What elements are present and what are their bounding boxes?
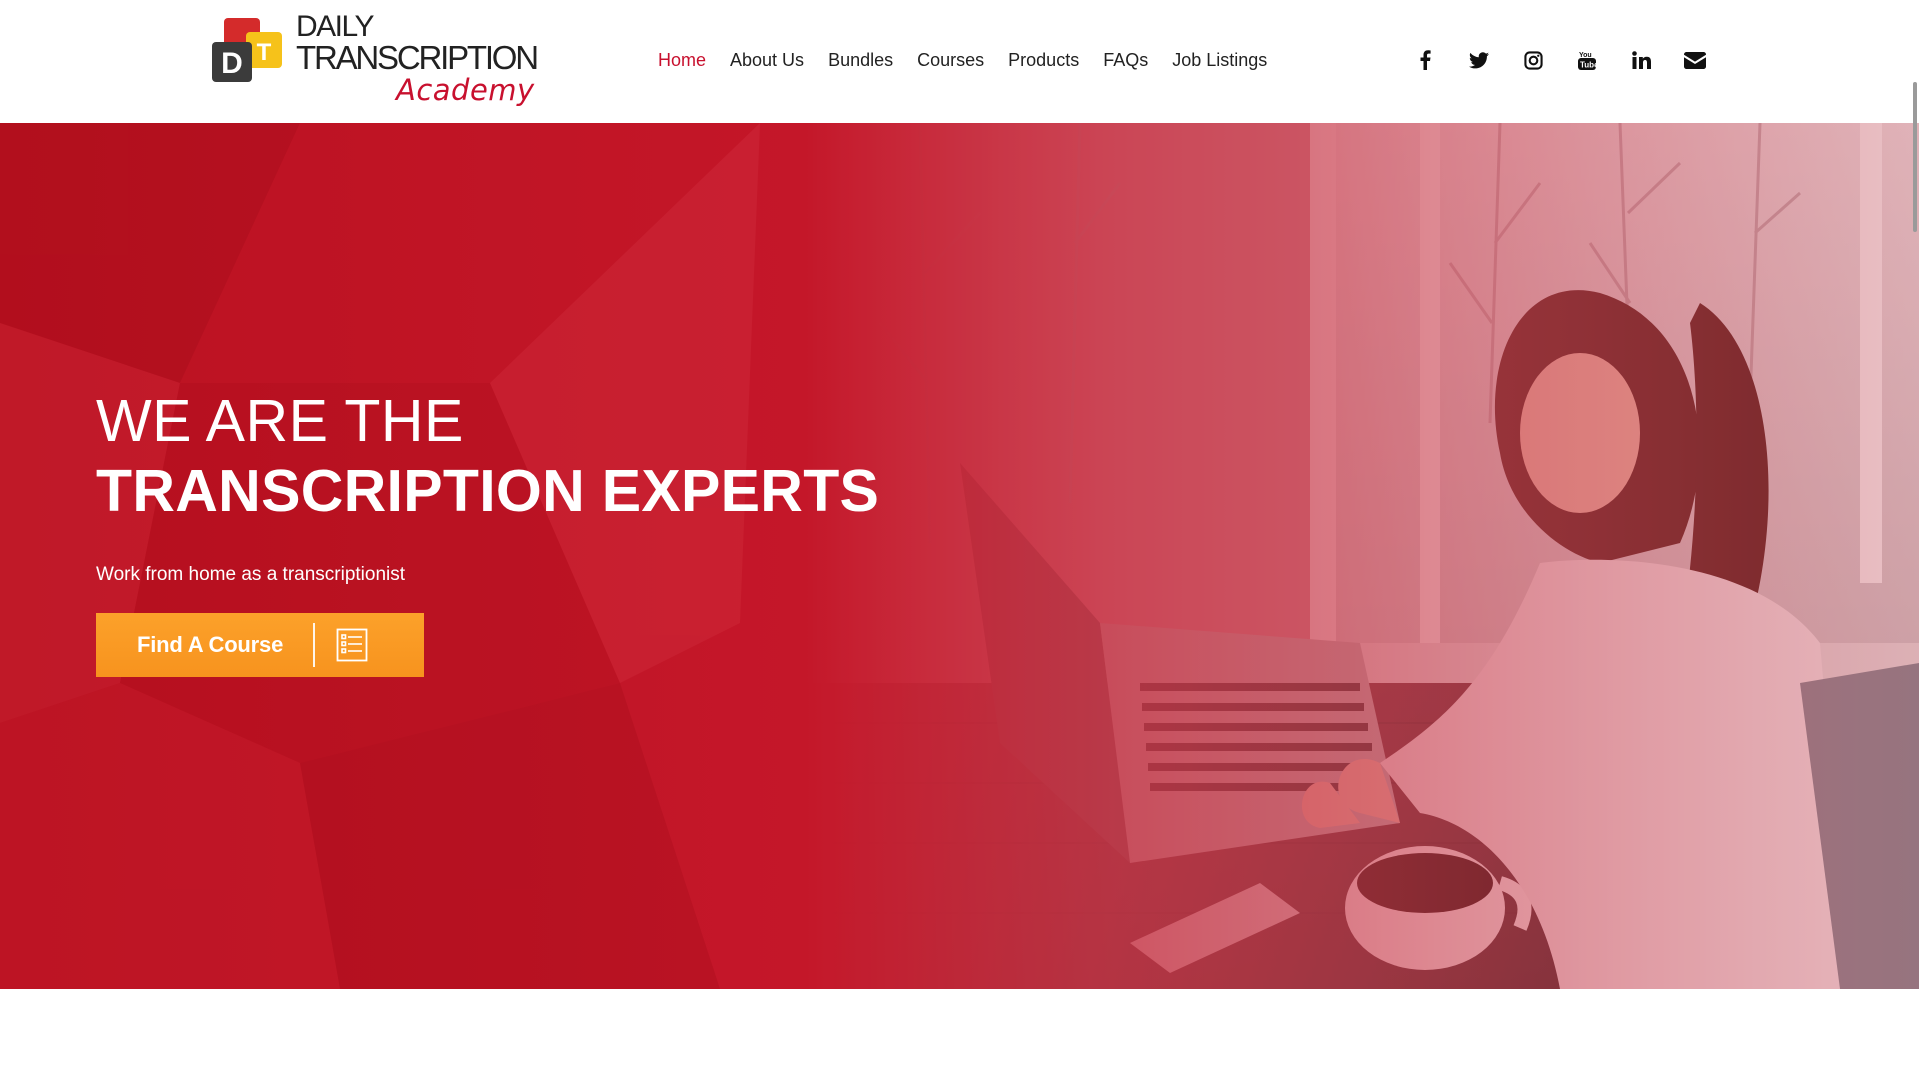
svg-text:T: T — [257, 39, 272, 66]
social-links: You Tube — [1398, 46, 1722, 74]
hero-content: WE ARE THE TRANSCRIPTION EXPERTS Work fr… — [96, 387, 879, 677]
nav-item-home[interactable]: Home — [646, 48, 718, 72]
linkedin-icon[interactable] — [1614, 46, 1668, 74]
cta-divider — [313, 623, 315, 667]
svg-text:D: D — [221, 47, 243, 80]
hero-title-line2: TRANSCRIPTION EXPERTS — [96, 458, 880, 524]
nav-item-bundles[interactable]: Bundles — [816, 48, 905, 72]
site-header: D T DAILY TRANSCRIPTION Academy Home Abo… — [0, 0, 1919, 123]
nav-item-products[interactable]: Products — [996, 48, 1091, 72]
hero-banner: WE ARE THE TRANSCRIPTION EXPERTS Work fr… — [0, 123, 1919, 989]
nav-item-courses[interactable]: Courses — [905, 48, 996, 72]
site-logo[interactable]: D T DAILY TRANSCRIPTION Academy — [210, 12, 550, 112]
logo-wordmark: DAILY TRANSCRIPTION Academy — [296, 10, 539, 107]
svg-text:You: You — [1579, 52, 1592, 59]
main-nav: Home About Us Bundles Courses Products F… — [646, 48, 1279, 72]
list-icon — [336, 628, 368, 662]
nav-item-job-listings[interactable]: Job Listings — [1160, 48, 1279, 72]
logo-line-academy: Academy — [396, 73, 535, 107]
find-a-course-label: Find A Course — [137, 632, 284, 657]
youtube-icon[interactable]: You Tube — [1560, 46, 1614, 74]
page-scrollbar[interactable] — [1913, 82, 1917, 232]
logo-line-transcription: TRANSCRIPTION — [296, 39, 539, 76]
nav-item-faqs[interactable]: FAQs — [1091, 48, 1160, 72]
twitter-icon[interactable] — [1452, 46, 1506, 74]
logo-line-daily: DAILY — [296, 10, 374, 43]
hero-title-line1: WE ARE THE — [96, 388, 464, 454]
instagram-icon[interactable] — [1506, 46, 1560, 74]
svg-text:Tube: Tube — [1580, 61, 1596, 70]
email-icon[interactable] — [1668, 46, 1722, 74]
hero-subtitle: Work from home as a transcriptionist — [96, 564, 406, 585]
facebook-icon[interactable] — [1398, 46, 1452, 74]
find-a-course-button[interactable]: Find A Course — [96, 613, 424, 677]
nav-item-about-us[interactable]: About Us — [718, 48, 816, 72]
logo-mark-icon: D T — [212, 18, 282, 82]
